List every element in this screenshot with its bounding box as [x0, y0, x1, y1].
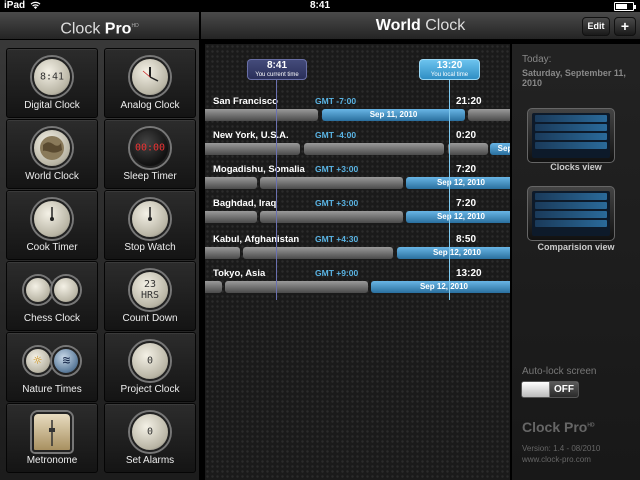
- globe-icon: [32, 128, 72, 168]
- comparision-view-thumbnail[interactable]: [527, 186, 615, 241]
- brand-logo: Clock ProHD: [522, 419, 595, 435]
- tile-analog-clock[interactable]: Analog Clock: [104, 48, 196, 118]
- timeline-bar: Sep 11, 2010: [205, 109, 510, 121]
- timeline-bar: Sep 12, 2010: [205, 211, 510, 223]
- timeline-bar: Sep: [205, 143, 510, 155]
- tile-nature-times[interactable]: ☼ ≋ Nature Times: [6, 332, 98, 402]
- tool-grid: 8:41 Digital Clock Analog Clock World Cl…: [6, 48, 196, 473]
- autolock-toggle[interactable]: OFF: [521, 381, 579, 398]
- sun-icon: ☼: [23, 347, 52, 375]
- battery-icon: [614, 2, 636, 11]
- cook-timer-icon: [32, 199, 72, 239]
- status-time: 8:41: [309, 0, 330, 11]
- clocks-view-thumbnail[interactable]: [527, 108, 615, 163]
- add-button[interactable]: +: [614, 17, 636, 36]
- city-row[interactable]: Tokyo, Asia GMT +9:00 13:20 Sep 12, 2010: [205, 268, 510, 304]
- autolock-label: Auto-lock screen: [522, 366, 597, 377]
- sleep-timer-icon: 00:00: [130, 128, 170, 168]
- clocks-view-label: Clocks view: [550, 162, 602, 172]
- current-time-marker[interactable]: 8:41 You current time: [247, 59, 307, 80]
- timeline-bar: Sep 12, 2010: [205, 177, 510, 189]
- world-clock-timeline: 8:41 You current time 13:20 You local ti…: [205, 44, 510, 480]
- today-date: Saturday, September 11, 2010: [522, 68, 626, 88]
- tile-project-clock[interactable]: 0 Project Clock: [104, 332, 196, 402]
- city-row[interactable]: San Francisco GMT -7:00 21:20 Sep 11, 20…: [205, 96, 510, 132]
- alarm-icon: 0: [130, 412, 170, 452]
- digital-clock-icon: 8:41: [32, 57, 72, 97]
- comparision-view-label: Comparision view: [537, 242, 615, 252]
- status-bar: iPad 8:41: [0, 0, 640, 12]
- city-row[interactable]: New York, U.S.A. GMT -4:00 0:20 Sep: [205, 130, 510, 166]
- metronome-icon: [32, 412, 72, 452]
- chess-clock-icon: [52, 276, 81, 304]
- tile-set-alarms[interactable]: 0 Set Alarms: [104, 403, 196, 473]
- info-panel: Today: Saturday, September 11, 2010 Cloc…: [512, 44, 640, 480]
- tile-digital-clock[interactable]: 8:41 Digital Clock: [6, 48, 98, 118]
- today-label: Today:: [522, 54, 552, 65]
- current-time-line: [276, 80, 277, 300]
- edit-button[interactable]: Edit: [582, 17, 610, 36]
- city-row[interactable]: Kabul, Afghanistan GMT +4:30 8:50 Sep 12…: [205, 234, 510, 270]
- sidebar: Clock ProHD 8:41 Digital Clock Analog Cl…: [0, 12, 200, 480]
- timeline-bar: Sep 12, 2010: [205, 281, 510, 293]
- header-bar: World Clock Edit +: [201, 12, 640, 40]
- waves-icon: ≋: [52, 347, 81, 375]
- city-row[interactable]: Mogadishu, Somalia GMT +3:00 7:20 Sep 12…: [205, 164, 510, 200]
- version-label: Version: 1.4 - 08/2010: [522, 444, 601, 453]
- tile-sleep-timer[interactable]: 00:00 Sleep Timer: [104, 119, 196, 189]
- city-row[interactable]: Baghdad, Iraq GMT +3:00 7:20 Sep 12, 201…: [205, 198, 510, 234]
- local-time-marker[interactable]: 13:20 You local time: [419, 59, 480, 80]
- tile-count-down[interactable]: 23 HRS Count Down: [104, 261, 196, 331]
- analog-clock-icon: [130, 57, 170, 97]
- tile-stop-watch[interactable]: Stop Watch: [104, 190, 196, 260]
- tile-chess-clock[interactable]: Chess Clock: [6, 261, 98, 331]
- page-title: World Clock: [375, 17, 466, 34]
- stopwatch-icon: [130, 199, 170, 239]
- countdown-icon: 23 HRS: [130, 270, 170, 310]
- tile-cook-timer[interactable]: Cook Timer: [6, 190, 98, 260]
- tile-metronome[interactable]: Metronome: [6, 403, 98, 473]
- tile-world-clock[interactable]: World Clock: [6, 119, 98, 189]
- app-title: Clock ProHD: [0, 12, 199, 40]
- local-time-line: [449, 80, 450, 300]
- chess-clock-icon: [23, 276, 52, 304]
- project-clock-icon: 0: [130, 341, 170, 381]
- timeline-bar: Sep 12, 2010: [205, 247, 510, 259]
- website-link[interactable]: www.clock-pro.com: [522, 455, 591, 464]
